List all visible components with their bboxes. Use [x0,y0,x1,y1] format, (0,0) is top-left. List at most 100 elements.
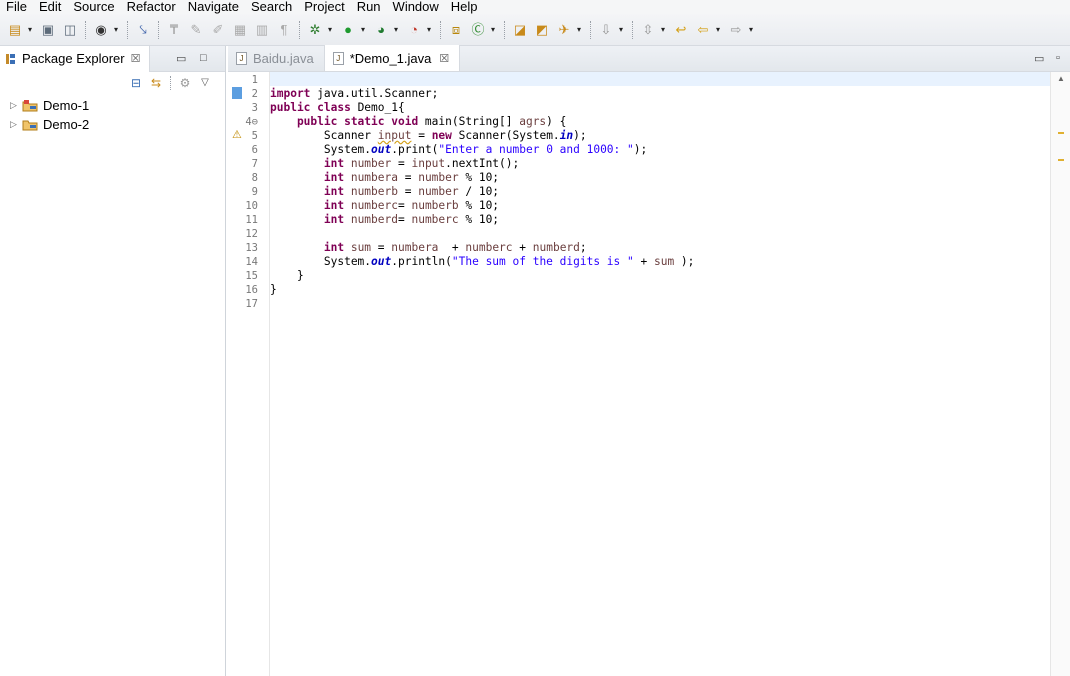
close-icon[interactable]: ☒ [131,52,141,65]
prev-annotation-icon[interactable]: ⇳ [639,21,657,39]
tree-item-demo-2[interactable]: ▷ Demo-2 [0,115,225,134]
chevron-down-icon[interactable]: ▾ [575,21,583,39]
scroll-up-icon[interactable]: ▲ [1057,74,1065,83]
close-icon[interactable]: ☒ [439,52,449,65]
java-project-icon [22,99,38,112]
package-explorer-view: Package Explorer ☒ ▭ □ ⊟ ⇆ ⚙ ▽ ▷ Demo-1 … [0,45,226,676]
tab-package-explorer-label: Package Explorer [22,51,125,66]
line-number: 6 [251,144,258,156]
menu-window[interactable]: Window [387,0,445,14]
line-number: 8 [251,172,258,184]
menu-source[interactable]: Source [67,0,120,14]
line-number: 11 [245,214,258,226]
chevron-right-icon[interactable]: ▷ [10,100,20,111]
line-number: 1 [251,74,258,86]
paragraph-icon[interactable]: ¶ [275,21,293,39]
tab-demo-1-java[interactable]: J *Demo_1.java ☒ [323,45,461,71]
chevron-down-icon[interactable]: ▾ [714,21,722,39]
collapse-all-icon[interactable]: ⊟ [128,75,144,91]
forward-icon[interactable]: ⇨ [727,21,745,39]
tab-label: Baidu.java [253,50,314,66]
main-toolbar: ▤ ▾ ▣ ◫ ◉ ▾ ⤥ ₸ ✎ ✐ ▦ ▥ ¶ ✲ ▾ ● ▾ ◕ ▾ ◔ … [0,14,1070,46]
code-line: System.out.print("Enter a number 0 and 1… [270,143,648,156]
open-type-icon[interactable]: ◪ [511,21,529,39]
chevron-down-icon[interactable]: ▾ [425,21,433,39]
chevron-down-icon[interactable]: ▾ [112,21,120,39]
code-line: public static void main(String[] agrs) { [270,115,567,128]
tab-package-explorer[interactable]: Package Explorer ☒ [0,45,150,72]
block-icon[interactable]: ▦ [231,21,249,39]
menu-bar: File Edit Source Refactor Navigate Searc… [0,0,1070,14]
split-icon[interactable]: ▥ [253,21,271,39]
menu-file[interactable]: File [0,0,33,14]
line-number: 4⊖ [245,116,258,128]
line-number: 15 [245,270,258,282]
code-line: int numberd= numberc % 10; [270,213,500,226]
chevron-down-icon[interactable]: ▾ [359,21,367,39]
minimize-icon[interactable]: ▭ [176,52,186,65]
last-edit-icon[interactable]: ↩ [672,21,690,39]
warning-marker[interactable] [1058,159,1064,161]
code-line: } [270,269,304,282]
maximize-icon[interactable]: ▫ [1056,52,1060,64]
menu-refactor[interactable]: Refactor [121,0,182,14]
overview-ruler[interactable]: ▲ [1050,72,1070,676]
line-number: 14 [245,256,258,268]
open-folder-icon[interactable]: ◩ [533,21,551,39]
focus-icon[interactable]: ⚙ [177,75,193,91]
tab-baidu-java[interactable]: J Baidu.java [228,45,324,71]
line-number: 17 [245,298,258,310]
line-number: 10 [245,200,258,212]
line-number: 7 [251,158,258,170]
java-project-icon [22,118,38,131]
menu-navigate[interactable]: Navigate [182,0,245,14]
code-editor[interactable]: import java.util.Scanner; public class D… [270,72,1050,676]
chevron-right-icon[interactable]: ▷ [10,119,20,130]
run-icon[interactable]: ● [339,21,357,39]
chevron-down-icon[interactable]: ▾ [617,21,625,39]
profile-icon[interactable]: ◉ [92,21,110,39]
package-explorer-tabbar: Package Explorer ☒ ▭ □ [0,45,225,72]
external-tools-icon[interactable]: ◔ [405,21,423,39]
chevron-down-icon[interactable]: ▾ [659,21,667,39]
debug-icon[interactable]: ✲ [306,21,324,39]
toolbar-separator [158,20,159,39]
save-all-icon[interactable]: ◫ [61,21,79,39]
toolbar-separator [590,20,591,39]
chevron-down-icon[interactable]: ▾ [392,21,400,39]
pen-icon[interactable]: ✎ [187,21,205,39]
menu-help[interactable]: Help [445,0,484,14]
chevron-down-icon[interactable]: ▾ [489,21,497,39]
brush-icon[interactable]: ✐ [209,21,227,39]
back-icon[interactable]: ⇦ [694,21,712,39]
new-class-icon[interactable]: Ⓒ [469,21,487,39]
view-menu-icon[interactable]: ▽ [197,75,213,91]
chevron-down-icon[interactable]: ▾ [26,21,34,39]
new-icon[interactable]: ▤ [6,21,24,39]
toolbar-separator [632,20,633,39]
tree-item-demo-1[interactable]: ▷ Demo-1 [0,96,225,115]
toolbar-separator [299,20,300,39]
skip-breakpoints-icon[interactable]: ⤥ [134,21,152,39]
menu-edit[interactable]: Edit [33,0,67,14]
new-package-icon[interactable]: ⧈ [447,21,465,39]
pin-icon[interactable]: ₸ [165,21,183,39]
menu-run[interactable]: Run [351,0,387,14]
line-number: 3 [251,102,258,114]
warning-marker[interactable] [1058,132,1064,134]
maximize-icon[interactable]: □ [200,52,207,64]
line-number: 12 [245,228,258,240]
search-torch-icon[interactable]: ✈ [555,21,573,39]
chevron-down-icon[interactable]: ▾ [747,21,755,39]
menu-project[interactable]: Project [298,0,350,14]
link-with-editor-icon[interactable]: ⇆ [148,75,164,91]
tree-item-label: Demo-1 [43,98,90,113]
save-icon[interactable]: ▣ [39,21,57,39]
minimize-icon[interactable]: ▭ [1034,52,1044,65]
next-annotation-icon[interactable]: ⇩ [597,21,615,39]
coverage-icon[interactable]: ◕ [372,21,390,39]
code-line: int numbera = number % 10; [270,171,500,184]
package-explorer-toolbar: ⊟ ⇆ ⚙ ▽ [0,72,225,94]
menu-search[interactable]: Search [245,0,298,14]
chevron-down-icon[interactable]: ▾ [326,21,334,39]
